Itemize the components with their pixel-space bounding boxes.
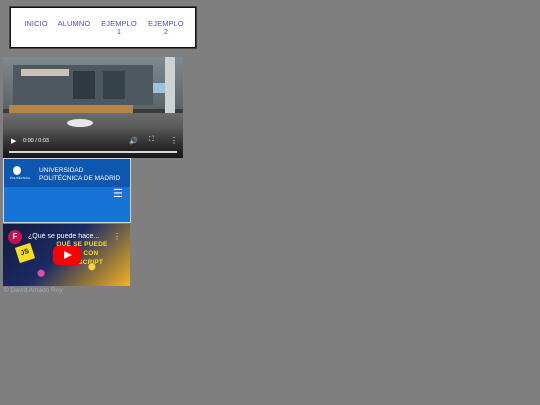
fullscreen-icon[interactable]: ⛶ — [149, 136, 154, 144]
video-frame-window — [103, 71, 125, 99]
video-frame-object — [67, 119, 93, 127]
hamburger-menu-icon[interactable]: ☰ — [113, 187, 123, 200]
youtube-video-title[interactable]: ¿Qué se puede hace... — [28, 233, 108, 240]
video-frame-sign — [153, 83, 165, 93]
upm-logo-icon — [13, 166, 21, 175]
video-frame-sign — [21, 69, 69, 76]
nav-item-ejemplo-1[interactable]: EJEMPLO 1 — [101, 20, 137, 36]
footer-text: © David Amado Roy — [4, 287, 63, 294]
thumbnail-text-line1: QUÉ SE PUEDE — [56, 241, 108, 248]
upm-widget[interactable]: POLITÉCNICA UNIVERSIDAD POLITÉCNICA DE M… — [3, 158, 131, 223]
thumbnail-text-line2: H...R CON — [65, 250, 99, 257]
upm-title-line1: UNIVERSIDAD — [39, 167, 84, 174]
volume-icon[interactable]: 🔊 — [129, 137, 138, 145]
video-controls: ▶ 0:00 / 0:03 🔊 ⛶ ⋮ — [3, 128, 183, 158]
thumbnail-text-line3: JAVASCRIPT — [60, 259, 104, 266]
nav-item-alumno[interactable]: ALUMNO — [57, 20, 91, 28]
upm-title-line2: POLITÉCNICA DE MADRID — [39, 174, 121, 182]
upm-logo-caption: POLITÉCNICA — [10, 176, 31, 180]
video-time: 0:00 / 0:03 — [23, 138, 49, 144]
nav-item-ejemplo-2[interactable]: EJEMPLO 2 — [148, 20, 184, 36]
video-frame-window — [73, 71, 95, 99]
more-options-icon[interactable]: ⋮ — [170, 136, 178, 145]
youtube-channel-avatar[interactable]: F — [8, 230, 22, 244]
youtube-thumbnail-text: QUÉ SE PUEDE H...R CON JAVASCRIPT — [37, 240, 127, 267]
upm-title: UNIVERSIDAD POLITÉCNICA DE MADRID — [39, 167, 120, 182]
video-frame-bench — [9, 105, 133, 113]
youtube-embed[interactable]: F ¿Qué se puede hace... ⋮ JS QUÉ SE PUED… — [3, 224, 130, 286]
youtube-play-button[interactable] — [53, 246, 81, 265]
video-progress-bar[interactable] — [9, 151, 177, 153]
play-icon[interactable]: ▶ — [11, 137, 16, 145]
video-player[interactable]: ▶ 0:00 / 0:03 🔊 ⛶ ⋮ — [3, 57, 183, 158]
upm-logo: POLITÉCNICA — [10, 166, 31, 180]
upm-header: POLITÉCNICA UNIVERSIDAD POLITÉCNICA DE M… — [4, 159, 130, 187]
top-nav: INICIO ALUMNO EJEMPLO 1 EJEMPLO 2 — [10, 7, 196, 48]
nav-item-inicio[interactable]: INICIO — [24, 20, 48, 28]
